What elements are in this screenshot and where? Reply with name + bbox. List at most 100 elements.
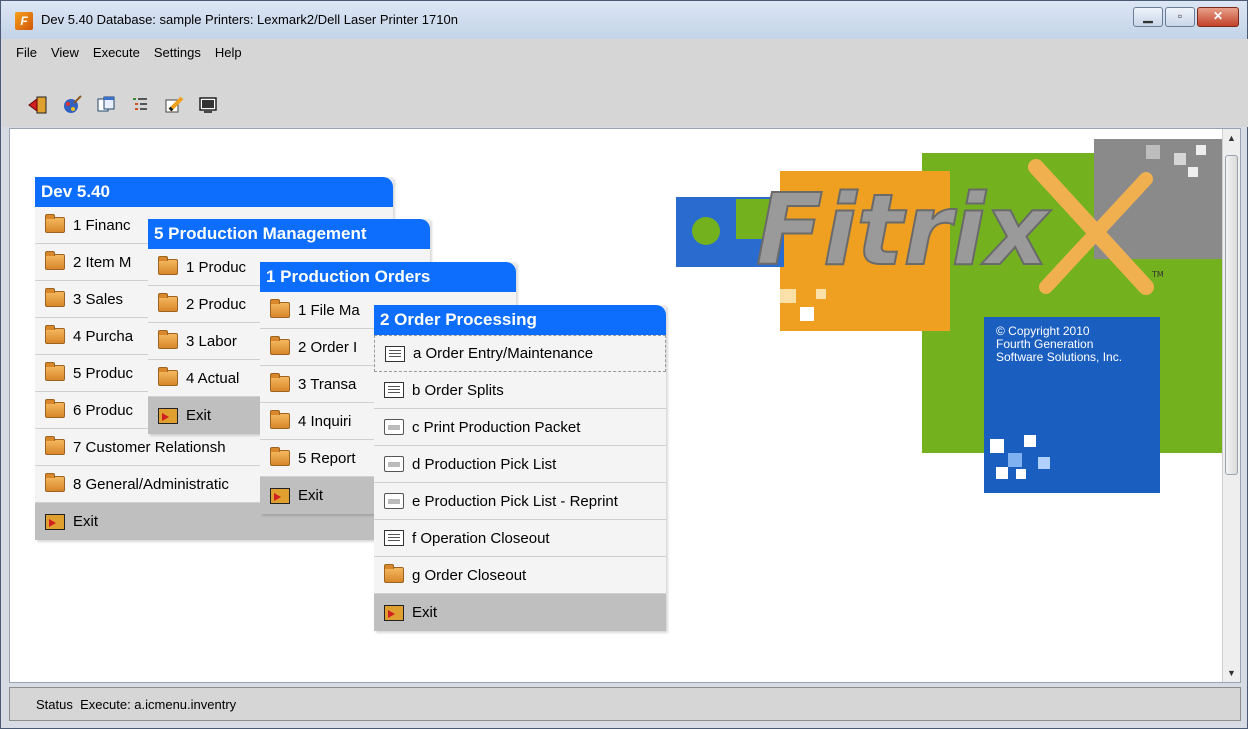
menu-panel-title: 5 Production Management [148,219,430,249]
folder-icon [384,564,404,583]
copyright-text: © Copyright 2010 Fourth Generation Softw… [996,325,1122,364]
title-bar[interactable]: F Dev 5.40 Database: sample Printers: Le… [1,1,1247,39]
screen-icon [384,530,404,546]
paint-icon [64,95,82,113]
list-icon [133,98,147,110]
menu-item-label: g Order Closeout [412,566,527,584]
exit-icon [270,487,290,504]
menu-bar: File View Execute Settings Help [2,39,1248,65]
screen-icon [199,97,217,113]
folder-icon [158,293,178,312]
edit-icon [165,96,184,113]
exit-icon [158,407,178,424]
app-window: F Dev 5.40 Database: sample Printers: Le… [0,0,1248,729]
menu-item-production-pick-list-reprint[interactable]: e Production Pick List - Reprint [374,483,666,520]
folder-icon [270,410,290,429]
menu-item-label: a Order Entry/Maintenance [413,345,594,362]
scroll-down-icon[interactable]: ▼ [1223,664,1240,682]
menu-help[interactable]: Help [211,45,246,60]
menu-item-label: c Print Production Packet [412,418,581,436]
menu-item-label: 8 General/Administratic [73,475,229,493]
folder-icon [158,330,178,349]
menu-item-operation-closeout[interactable]: f Operation Closeout [374,520,666,557]
screen-icon [385,345,405,362]
menu-item-label: 1 Financ [73,216,131,234]
folder-icon [270,373,290,392]
maximize-button[interactable]: ▫ [1165,7,1195,27]
app-icon[interactable]: F [15,12,33,30]
menu-item-label: d Production Pick List [412,455,557,473]
exit-icon [384,604,404,621]
menu-item-label: b Order Splits [412,381,504,399]
minimize-button[interactable]: ▁ [1133,7,1163,27]
copyright-line: Software Solutions, Inc. [996,350,1123,364]
status-bar: Status Execute: a.icmenu.inventry [9,687,1241,721]
menu-item-label: Exit [73,513,99,530]
menu-item-label: 5 Report [298,449,356,467]
toolbar-screen-button[interactable] [196,93,220,117]
menu-file[interactable]: File [12,45,41,60]
menu-panel-title: Dev 5.40 [35,177,393,207]
folder-icon [45,288,65,307]
fitrix-wordmark: Fitrix [756,174,1051,288]
toolbar-paint-button[interactable] [60,93,84,117]
folder-icon [45,362,65,381]
maximize-icon: ▫ [1177,9,1183,23]
folder-icon [270,336,290,355]
menu-item-label: 3 Transa [298,375,357,393]
vertical-scrollbar[interactable]: ▲ ▼ [1222,129,1240,682]
toolbar-edit-button[interactable] [162,93,186,117]
menu-item-label: 2 Produc [186,295,247,313]
toolbar-list-button[interactable] [128,93,152,117]
menu-settings[interactable]: Settings [150,45,205,60]
folder-icon [270,299,290,318]
menu-item-label: 7 Customer Relationsh [73,438,226,456]
exit-icon [28,96,47,114]
menu-item-label: Exit [412,604,438,621]
folder-icon [270,447,290,466]
menu-item-order-entry[interactable]: a Order Entry/Maintenance [374,335,666,372]
toolbar-exit-button[interactable] [26,93,50,117]
menu-item-label: 2 Item M [73,253,132,271]
menu-item-label: 3 Labor [186,332,237,350]
menu-panel-title: 2 Order Processing [374,305,666,335]
menu-item-label: 2 Order I [298,338,358,356]
menu-item-label: f Operation Closeout [412,529,550,547]
menu-execute[interactable]: Execute [89,45,144,60]
status-message: Execute: a.icmenu.inventry [80,697,237,712]
exit-icon [45,513,65,530]
menu-item-production-pick-list[interactable]: d Production Pick List [374,446,666,483]
menu-item-label: Exit [186,407,212,424]
menu-item-order-splits[interactable]: b Order Splits [374,372,666,409]
folder-icon [45,473,65,492]
menu-panel-title: 1 Production Orders [260,262,516,292]
menu-item-print-production-packet[interactable]: c Print Production Packet [374,409,666,446]
menu-item-label: 3 Sales [73,290,124,308]
close-button[interactable]: ✕ [1197,7,1239,27]
scroll-up-icon[interactable]: ▲ [1223,129,1240,147]
scroll-thumb[interactable] [1225,155,1238,475]
close-icon: ✕ [1212,9,1224,23]
menu-item-label: 4 Purcha [73,327,134,345]
workspace: Fitrix TM © Copyright 2010 Fourth Genera… [9,128,1241,683]
trademark-mark: TM [1151,270,1164,279]
menu-item-label: 1 Produc [186,258,247,276]
menu-item-label: 4 Inquiri [298,412,352,430]
screen-icon [384,382,404,398]
menu-exit-button[interactable]: Exit [374,594,666,631]
menu-item-order-closeout[interactable]: g Order Closeout [374,557,666,594]
fitrix-logo-graphic: Fitrix TM [676,139,1222,493]
folder-icon [45,399,65,418]
menu-view[interactable]: View [47,45,83,60]
menu-item-label: 4 Actual [186,369,240,387]
folder-icon [45,436,65,455]
fitrix-logo: Fitrix TM © Copyright 2010 Fourth Genera… [676,139,1236,499]
toolbar [2,65,1248,127]
folder-icon [45,325,65,344]
folder-icon [45,214,65,233]
window-title: Dev 5.40 Database: sample Printers: Lexm… [41,12,458,27]
folder-icon [158,256,178,275]
toolbar-windows-button[interactable] [94,93,118,117]
printer-icon [384,456,404,472]
status-text: Status Execute: a.icmenu.inventry [36,697,236,712]
